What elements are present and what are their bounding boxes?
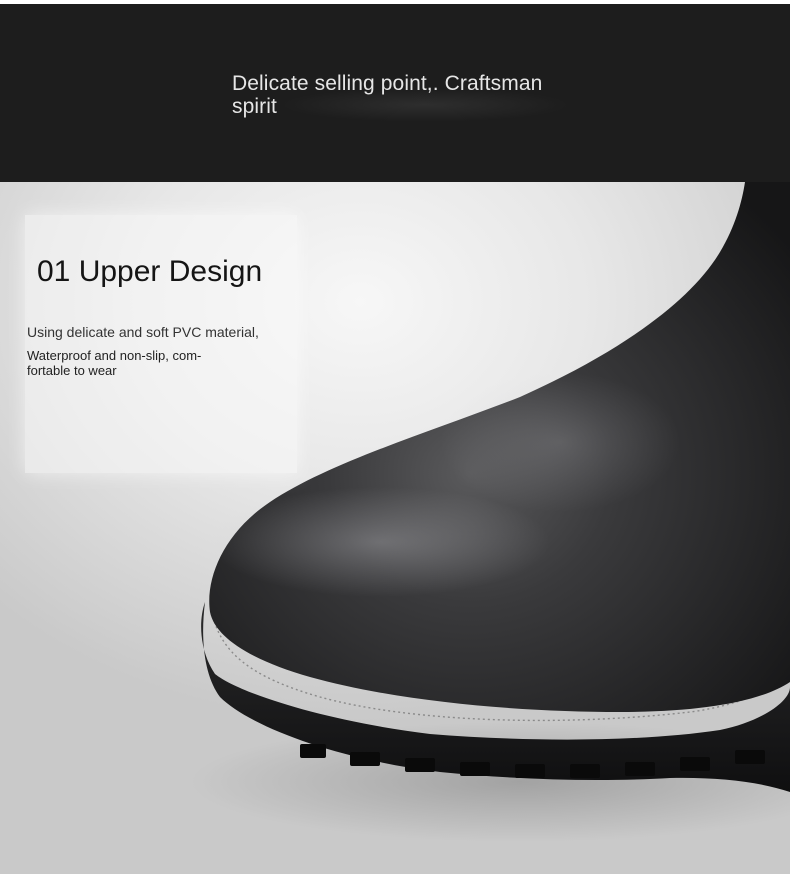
feature-panel	[25, 215, 297, 473]
banner-title: Delicate selling point,. Craftsman spiri…	[232, 72, 543, 118]
product-detail-page: Delicate selling point,. Craftsman spiri…	[0, 0, 790, 874]
feature-description-line2: Waterproof and non-slip, com- fortable t…	[27, 348, 202, 378]
toe-sheen	[210, 487, 550, 597]
feature-description-line1: Using delicate and soft PVC material,	[27, 324, 259, 340]
vamp-sheen	[440, 372, 680, 512]
header-banner: Delicate selling point,. Craftsman spiri…	[0, 4, 790, 182]
feature-title: 01 Upper Design	[37, 255, 263, 288]
